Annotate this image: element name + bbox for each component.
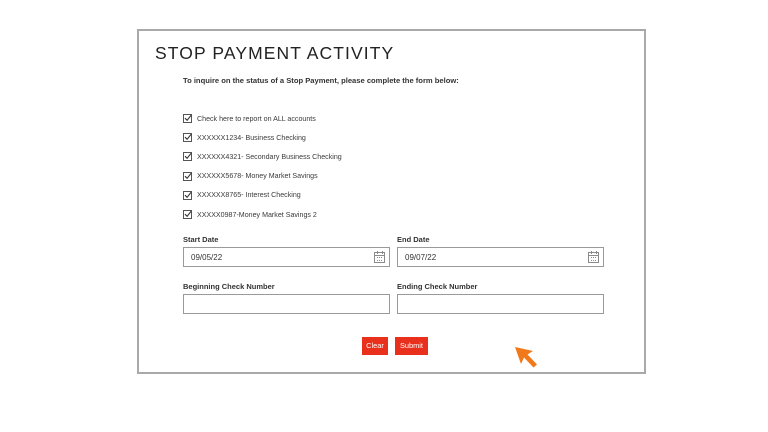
checkbox[interactable] <box>183 210 192 220</box>
checkbox[interactable] <box>183 114 192 124</box>
clear-button[interactable]: Clear <box>362 337 388 355</box>
ending-check-field[interactable] <box>397 294 604 314</box>
start-date-label: Start Date <box>183 235 219 244</box>
checkbox-account-0987[interactable]: XXXXX0987-Money Market Savings 2 <box>183 205 342 224</box>
mouse-pointer-icon <box>515 347 537 368</box>
checkbox-label: XXXXXX8765- Interest Checking <box>197 191 301 200</box>
end-date-label: End Date <box>397 235 430 244</box>
checkbox-account-1234[interactable]: XXXXXX1234- Business Checking <box>183 128 342 147</box>
calendar-icon[interactable] <box>588 251 599 263</box>
checkmark-icon <box>184 114 192 122</box>
checkbox-account-4321[interactable]: XXXXXX4321- Secondary Business Checking <box>183 147 342 166</box>
checkmark-icon <box>184 153 192 160</box>
checkmark-icon <box>184 172 192 179</box>
submit-button[interactable]: Submit <box>395 337 428 355</box>
checkbox-all-accounts[interactable]: Check here to report on ALL accounts <box>183 109 342 128</box>
end-date-field[interactable] <box>397 247 604 267</box>
checkmark-icon <box>184 134 192 141</box>
checkbox-account-8765[interactable]: XXXXXX8765- Interest Checking <box>183 186 342 205</box>
page-title: STOP PAYMENT ACTIVITY <box>155 43 395 63</box>
checkmark-icon <box>184 210 192 218</box>
checkmark-icon <box>184 191 192 198</box>
checkbox[interactable] <box>183 133 192 143</box>
checkbox-label: XXXXXX4321- Secondary Business Checking <box>197 152 342 161</box>
ending-check-label: Ending Check Number <box>397 282 478 291</box>
checkbox-label: XXXXXX1234- Business Checking <box>197 133 306 142</box>
checkbox[interactable] <box>183 171 192 181</box>
form-instructions: To inquire on the status of a Stop Payme… <box>183 76 459 85</box>
checkbox[interactable] <box>183 152 192 162</box>
beginning-check-label: Beginning Check Number <box>183 282 275 291</box>
start-date-field[interactable] <box>183 247 390 267</box>
checkbox-label: XXXXX0987-Money Market Savings 2 <box>197 210 317 219</box>
beginning-check-field[interactable] <box>183 294 390 314</box>
stop-payment-panel: STOP PAYMENT ACTIVITY To inquire on the … <box>137 29 646 374</box>
checkbox[interactable] <box>183 190 192 200</box>
checkbox-account-5678[interactable]: XXXXXX5678- Money Market Savings <box>183 167 342 186</box>
calendar-icon[interactable] <box>374 251 385 263</box>
checkbox-label: XXXXXX5678- Money Market Savings <box>197 172 318 181</box>
checkbox-label: Check here to report on ALL accounts <box>197 114 316 123</box>
account-checkbox-list: Check here to report on ALL accounts XXX… <box>183 109 342 224</box>
